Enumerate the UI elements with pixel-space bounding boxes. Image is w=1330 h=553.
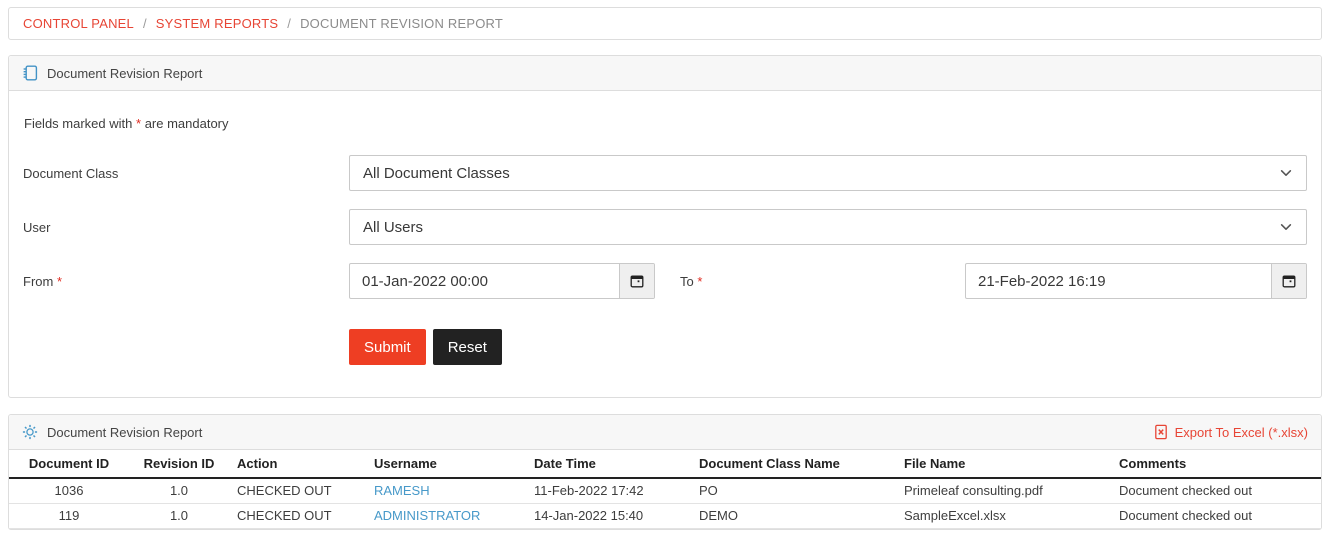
mandatory-note-prefix: Fields marked with: [24, 116, 133, 131]
cell-file-name: SampleExcel.xlsx: [896, 503, 1111, 529]
breadcrumb: CONTROL PANEL / SYSTEM REPORTS / DOCUMEN…: [8, 7, 1322, 40]
export-to-excel-link[interactable]: Export To Excel (*.xlsx): [1153, 424, 1308, 440]
report-form-panel: Document Revision Report Fields marked w…: [8, 55, 1322, 398]
column-header-date-time: Date Time: [526, 450, 691, 479]
document-class-row: Document Class All Document Classes: [23, 155, 1307, 191]
to-date-picker-button[interactable]: [1271, 264, 1306, 298]
journal-icon: [22, 65, 38, 81]
user-row: User All Users: [23, 209, 1307, 245]
excel-file-icon: [1154, 424, 1167, 440]
breadcrumb-current-page: DOCUMENT REVISION REPORT: [300, 16, 504, 31]
chevron-down-icon: [1280, 224, 1292, 230]
cell-document-id: 119: [9, 503, 129, 529]
results-panel-title: Document Revision Report: [47, 424, 203, 440]
user-label: User: [23, 219, 51, 235]
username-link[interactable]: ADMINISTRATOR: [374, 508, 480, 523]
report-form-body: Fields marked with * are mandatory Docum…: [9, 91, 1321, 397]
from-date-group: 01-Jan-2022 00:00: [349, 263, 655, 299]
table-row: 119 1.0 CHECKED OUT ADMINISTRATOR 14-Jan…: [9, 503, 1321, 529]
calendar-icon: [630, 275, 644, 288]
mandatory-star: *: [136, 116, 142, 131]
to-label-text: To: [680, 273, 694, 289]
column-header-revision-id: Revision ID: [129, 450, 229, 479]
column-header-action: Action: [229, 450, 366, 479]
cell-revision-id: 1.0: [129, 478, 229, 504]
cell-revision-id: 1.0: [129, 503, 229, 529]
from-label-text: From: [23, 273, 54, 289]
table-row: 1036 1.0 CHECKED OUT RAMESH 11-Feb-2022 …: [9, 478, 1321, 504]
results-table: Document ID Revision ID Action Username …: [9, 450, 1321, 529]
document-class-select[interactable]: All Document Classes: [349, 155, 1307, 191]
gear-icon: [22, 424, 38, 440]
document-class-label: Document Class: [23, 165, 119, 181]
page: CONTROL PANEL / SYSTEM REPORTS / DOCUMEN…: [0, 0, 1330, 553]
cell-document-class-name: PO: [691, 478, 896, 504]
calendar-icon: [1282, 275, 1296, 288]
from-required-star: *: [56, 273, 63, 289]
cell-date-time: 14-Jan-2022 15:40: [526, 503, 691, 529]
results-panel: Document Revision Report Export To Excel…: [8, 414, 1322, 530]
mandatory-note-suffix: are mandatory: [144, 116, 229, 131]
to-label: To *: [655, 274, 965, 289]
to-date-input[interactable]: 21-Feb-2022 16:19: [966, 264, 1271, 298]
from-label: From *: [23, 274, 349, 289]
column-header-document-class-name: Document Class Name: [691, 450, 896, 479]
cell-file-name: Primeleaf consulting.pdf: [896, 478, 1111, 504]
cell-date-time: 11-Feb-2022 17:42: [526, 478, 691, 504]
export-to-excel-label: Export To Excel (*.xlsx): [1174, 424, 1308, 440]
report-form-panel-title: Document Revision Report: [47, 65, 203, 81]
breadcrumb-control-panel[interactable]: CONTROL PANEL: [23, 16, 134, 31]
cell-document-id: 1036: [9, 478, 129, 504]
username-link[interactable]: RAMESH: [374, 483, 430, 498]
to-date-group: 21-Feb-2022 16:19: [965, 263, 1307, 299]
cell-document-class-name: DEMO: [691, 503, 896, 529]
column-header-file-name: File Name: [896, 450, 1111, 479]
chevron-down-icon: [1280, 170, 1292, 176]
breadcrumb-separator: /: [287, 16, 292, 31]
form-buttons: Submit Reset: [349, 329, 1307, 365]
user-selected-value: All Users: [363, 218, 424, 236]
submit-button[interactable]: Submit: [349, 329, 426, 365]
cell-action: CHECKED OUT: [229, 478, 366, 504]
date-range-row: From * 01-Jan-2022 00:00 To * 21-Feb-202…: [23, 263, 1307, 299]
document-class-selected-value: All Document Classes: [363, 164, 510, 182]
cell-action: CHECKED OUT: [229, 503, 366, 529]
results-panel-header: Document Revision Report Export To Excel…: [9, 415, 1321, 450]
reset-button[interactable]: Reset: [432, 329, 502, 365]
column-header-username: Username: [366, 450, 526, 479]
table-header-row: Document ID Revision ID Action Username …: [9, 450, 1321, 479]
from-date-input[interactable]: 01-Jan-2022 00:00: [350, 264, 619, 298]
column-header-comments: Comments: [1111, 450, 1321, 479]
breadcrumb-system-reports[interactable]: SYSTEM REPORTS: [156, 16, 278, 31]
breadcrumb-separator: /: [142, 16, 147, 31]
to-required-star: *: [697, 273, 703, 289]
user-select[interactable]: All Users: [349, 209, 1307, 245]
cell-comments: Document checked out: [1111, 478, 1321, 504]
from-date-picker-button[interactable]: [619, 264, 654, 298]
mandatory-note: Fields marked with * are mandatory: [24, 116, 1306, 131]
column-header-document-id: Document ID: [9, 450, 129, 479]
cell-comments: Document checked out: [1111, 503, 1321, 529]
report-form-panel-header: Document Revision Report: [9, 56, 1321, 91]
